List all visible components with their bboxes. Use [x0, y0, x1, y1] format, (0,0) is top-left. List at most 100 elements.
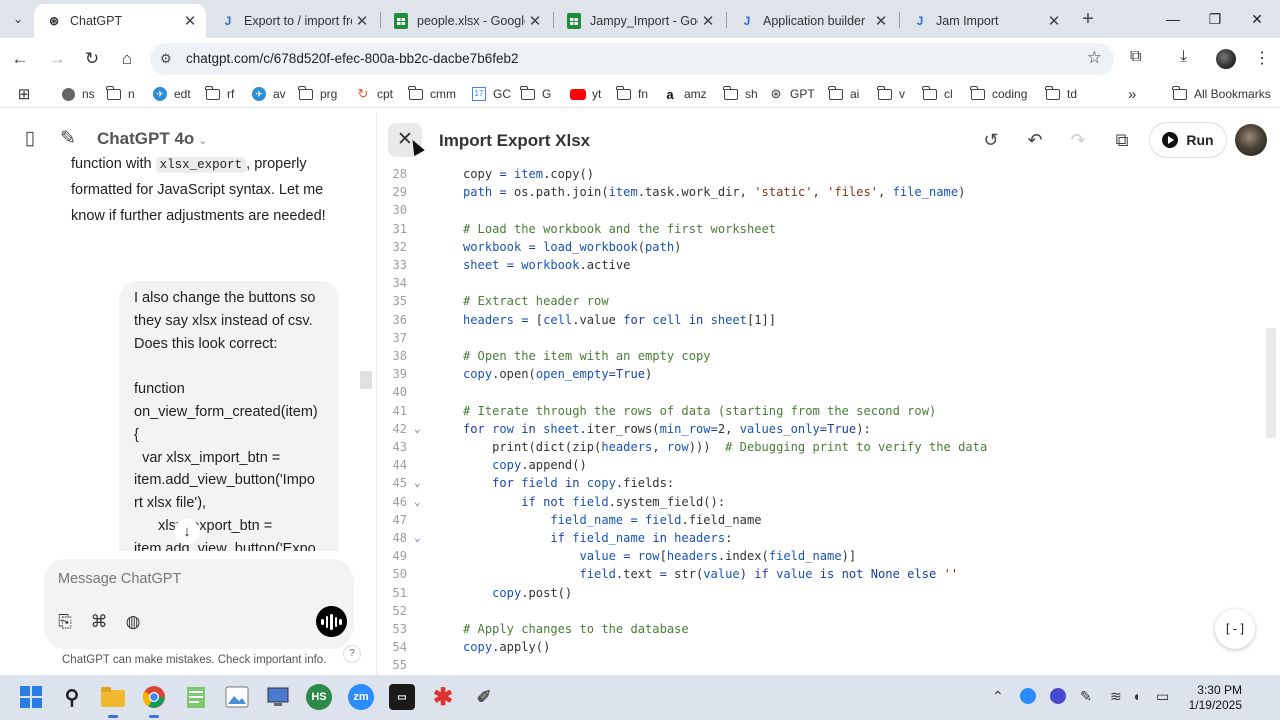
- bookmark-n[interactable]: n: [106, 85, 135, 103]
- close-tab-icon[interactable]: ✕: [871, 12, 891, 30]
- copy-icon[interactable]: ⧉: [1110, 128, 1134, 152]
- tab-application-builder[interactable]: J Application builder ✕: [727, 4, 897, 38]
- minimize-window-button[interactable]: —: [1158, 6, 1188, 32]
- search-icon[interactable]: ⚲: [59, 684, 85, 710]
- hs-icon[interactable]: HS: [306, 684, 332, 710]
- fold-chevron-icon[interactable]: ⌄: [414, 493, 424, 511]
- chat-scrollbar-thumb[interactable]: [360, 371, 372, 389]
- bookmark-v[interactable]: v: [877, 85, 905, 103]
- sidebar-toggle-icon[interactable]: ▯: [18, 127, 42, 151]
- message-input[interactable]: Message ChatGPT: [58, 571, 181, 587]
- code-line[interactable]: 40: [377, 383, 1257, 401]
- bookmark-coding[interactable]: coding: [970, 85, 1027, 103]
- more-bookmarks-chevron-icon[interactable]: »: [1128, 85, 1136, 103]
- bookmark-av[interactable]: ✈ av: [251, 85, 286, 103]
- code-line[interactable]: 34: [377, 274, 1257, 292]
- redo-icon[interactable]: ↷: [1066, 128, 1090, 152]
- downloads-icon[interactable]: ⤓: [1180, 48, 1187, 66]
- code-line[interactable]: 29 path = os.path.join(item.task.work_dir…: [377, 183, 1257, 201]
- tools-briefcase-icon[interactable]: ⌘: [88, 611, 110, 633]
- tab-chatgpt[interactable]: ⊛ ChatGPT ✕: [34, 4, 206, 38]
- editor-scrollbar-thumb[interactable]: [1266, 328, 1276, 438]
- bookmark-ns[interactable]: ns: [60, 85, 95, 103]
- bookmark-amz[interactable]: a amz: [662, 85, 706, 103]
- bookmark-fn[interactable]: fn: [616, 85, 648, 103]
- chrome-icon[interactable]: [141, 684, 167, 718]
- apps-grid-icon[interactable]: ⊞: [16, 85, 38, 103]
- extensions-icon[interactable]: ⧉: [1130, 48, 1141, 66]
- bookmark-ai[interactable]: ai: [828, 85, 859, 103]
- battery-icon[interactable]: ▭: [1156, 688, 1169, 705]
- zoom-icon[interactable]: zm: [348, 684, 374, 710]
- reload-button[interactable]: ↻: [80, 48, 104, 70]
- notepad-icon[interactable]: [183, 684, 209, 710]
- attach-paperclip-icon[interactable]: ⎘: [54, 611, 76, 633]
- remote-desktop-icon[interactable]: [265, 684, 291, 710]
- close-tab-icon[interactable]: ✕: [525, 12, 545, 30]
- fold-chevron-icon[interactable]: ⌄: [414, 420, 424, 438]
- code-editor[interactable]: 28 copy = item.copy() 29 path = os.path.joi…: [377, 165, 1267, 675]
- bookmark-edt[interactable]: ✈ edt: [152, 85, 191, 103]
- wifi-icon[interactable]: ≋: [1110, 688, 1122, 705]
- close-tab-icon[interactable]: ✕: [1044, 12, 1064, 30]
- fold-chevron-icon[interactable]: ⌄: [414, 474, 424, 492]
- windows-start-icon[interactable]: [18, 684, 44, 710]
- version-history-icon[interactable]: ↺: [979, 128, 1003, 152]
- zoom-tray-icon[interactable]: [1020, 688, 1036, 707]
- show-hidden-icons-chevron-icon[interactable]: ⌃: [992, 688, 1004, 705]
- bookmark-g[interactable]: G: [520, 85, 551, 103]
- home-button[interactable]: ⌂: [115, 48, 139, 70]
- code-line[interactable]: 33 sheet = workbook.active: [377, 256, 1257, 274]
- browser-menu-icon[interactable]: ⋮: [1254, 48, 1270, 68]
- undo-icon[interactable]: ↶: [1023, 128, 1047, 152]
- bookmark-rf[interactable]: rf: [205, 85, 234, 103]
- code-line[interactable]: 46 ⌄ if not field.system_field():: [377, 493, 1257, 511]
- code-line[interactable]: 43 print(dict(zip(headers, row))) # Debu…: [377, 438, 1257, 456]
- voice-mode-button[interactable]: [316, 606, 347, 637]
- code-line[interactable]: 47 field_name = field.field_name: [377, 511, 1257, 529]
- code-line[interactable]: 48 ⌄ if field_name in headers:: [377, 529, 1257, 547]
- code-line[interactable]: 38 # Open the item with an empty copy: [377, 347, 1257, 365]
- scroll-to-bottom-button[interactable]: ↓: [174, 519, 200, 545]
- code-line[interactable]: 35 # Extract header row: [377, 292, 1257, 310]
- code-line[interactable]: 53 # Apply changes to the database: [377, 620, 1257, 638]
- tab-people-xlsx[interactable]: people.xlsx - Google ✕: [381, 4, 551, 38]
- code-line[interactable]: 54 copy.apply(): [377, 638, 1257, 656]
- code-line[interactable]: 37: [377, 329, 1257, 347]
- code-line[interactable]: 28 copy = item.copy(): [377, 165, 1257, 183]
- code-line[interactable]: 31 # Load the workbook and the first work…: [377, 220, 1257, 238]
- image-viewer-icon[interactable]: [224, 684, 250, 710]
- code-line[interactable]: 49 value = row[headers.index(field_name)…: [377, 547, 1257, 565]
- new-tab-button[interactable]: +: [1078, 8, 1098, 30]
- code-line[interactable]: 36 headers = [cell.value for cell in shee…: [377, 311, 1257, 329]
- tab-jam-import[interactable]: J Jam Import ✕: [900, 4, 1070, 38]
- code-line[interactable]: 32 workbook = load_workbook(path): [377, 238, 1257, 256]
- code-line[interactable]: 42 ⌄ for row in sheet.iter_rows(min_row=2,…: [377, 420, 1257, 438]
- terminal-icon[interactable]: ▭: [389, 684, 415, 710]
- site-settings-icon[interactable]: ⚙: [160, 51, 172, 67]
- profile-avatar[interactable]: [1216, 49, 1236, 69]
- close-tab-icon[interactable]: ✕: [180, 12, 200, 30]
- bookmark-sh[interactable]: sh: [723, 85, 758, 103]
- new-chat-icon[interactable]: ✎: [56, 127, 80, 151]
- user-avatar[interactable]: [1235, 124, 1267, 156]
- bookmark-cl[interactable]: cl: [922, 85, 953, 103]
- message-composer[interactable]: Message ChatGPT ⎘ ⌘ ◍: [44, 559, 354, 649]
- bookmark-cpt[interactable]: ↻ cpt: [355, 85, 393, 103]
- code-line[interactable]: 55: [377, 656, 1257, 674]
- code-line[interactable]: 30: [377, 201, 1257, 219]
- maximize-window-button[interactable]: ❐: [1200, 6, 1230, 32]
- asterisk-app-icon[interactable]: ✱: [430, 684, 456, 711]
- web-search-globe-icon[interactable]: ◍: [122, 611, 144, 633]
- forward-button[interactable]: →: [45, 48, 69, 70]
- bookmark-prg[interactable]: prg: [298, 85, 337, 103]
- file-explorer-icon[interactable]: [100, 684, 126, 718]
- close-window-button[interactable]: ✕: [1242, 6, 1272, 32]
- code-actions-button[interactable]: [-]: [1215, 609, 1255, 649]
- code-line[interactable]: 39 copy.open(open_empty=True): [377, 365, 1257, 383]
- fold-chevron-icon[interactable]: ⌄: [414, 529, 424, 547]
- code-line[interactable]: 44 copy.append(): [377, 456, 1257, 474]
- tab-search-menu-icon[interactable]: ⌄: [6, 7, 30, 31]
- code-line[interactable]: 41 # Iterate through the rows of data (st…: [377, 402, 1257, 420]
- volume-icon[interactable]: ◖: [1132, 688, 1140, 704]
